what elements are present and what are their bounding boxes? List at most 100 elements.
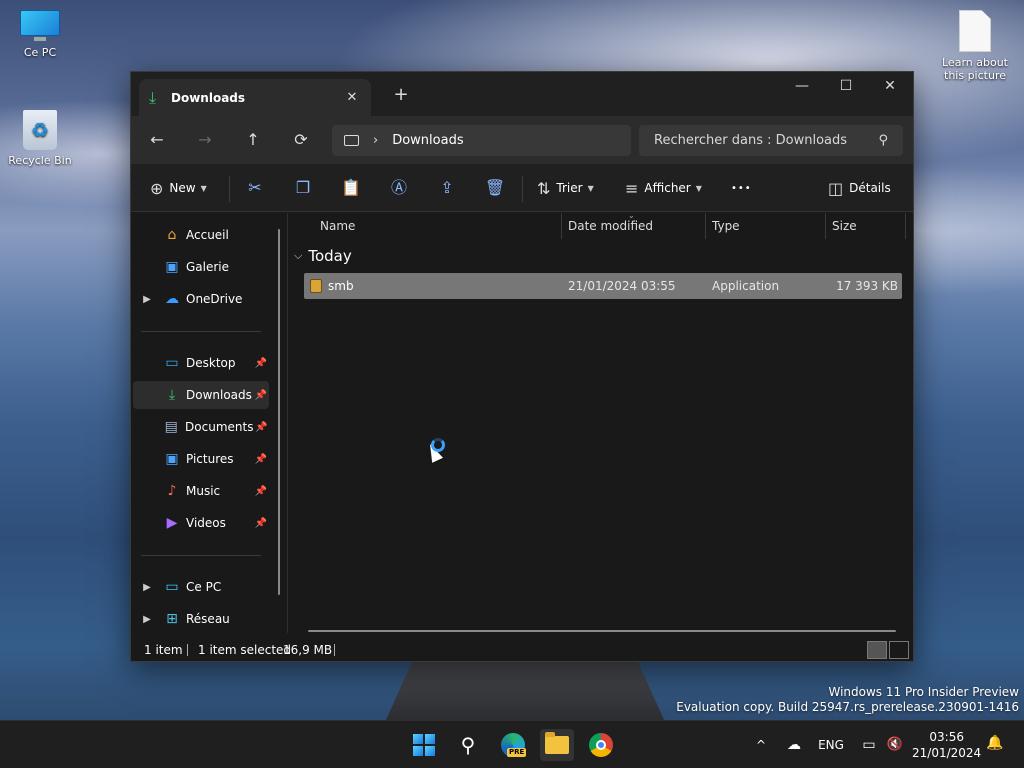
pin-icon: 📌 — [254, 357, 268, 369]
back-button[interactable]: ← — [142, 125, 172, 155]
new-label: New — [169, 181, 196, 195]
new-tab-button[interactable]: + — [389, 84, 413, 108]
sidebar-item-galerie[interactable]: ▣ Galerie — [133, 253, 269, 281]
minimize-button[interactable]: — — [779, 72, 825, 102]
cut-icon[interactable]: ✂ — [240, 174, 270, 202]
desktop-icon-label: Ce PC — [23, 46, 57, 59]
breadcrumb-downloads[interactable]: Downloads — [392, 133, 463, 148]
share-icon[interactable]: ⇪ — [432, 174, 462, 202]
search-placeholder: Rechercher dans : Downloads — [654, 133, 848, 148]
volume-muted-icon[interactable]: 🔇 — [884, 721, 906, 768]
column-header-name[interactable]: Name — [314, 213, 562, 239]
pin-icon: 📌 — [254, 389, 268, 401]
chevron-right-icon[interactable]: ▶ — [139, 614, 155, 625]
sidebar-item-label: Pictures — [186, 452, 234, 466]
file-type: Application — [712, 279, 780, 293]
paste-icon[interactable]: 📋 — [336, 174, 366, 202]
file-icon — [959, 10, 991, 52]
sort-button[interactable]: ⇅ Trier ▼ — [537, 174, 594, 202]
clock-time: 03:56 — [929, 730, 964, 744]
sort-icon: ⇅ — [537, 178, 551, 198]
sidebar-item-videos[interactable]: ▶ Videos 📌 — [133, 509, 269, 537]
chevron-down-icon: ▼ — [587, 183, 594, 193]
new-button[interactable]: ⊕ New ▼ — [150, 174, 207, 202]
notification-bell-icon[interactable]: 🔔 — [986, 735, 1003, 751]
horizontal-scrollbar[interactable] — [308, 630, 896, 632]
group-header-today[interactable]: ⌵ Today — [294, 247, 352, 265]
chevron-right-icon[interactable]: ▶ — [139, 582, 155, 593]
sidebar-item-documents[interactable]: ▤ Documents 📌 — [133, 413, 269, 441]
sidebar-item-onedrive[interactable]: ▶ ☁ OneDrive — [133, 285, 269, 313]
watermark-line-1: Windows 11 Pro Insider Preview — [828, 685, 1019, 699]
music-icon: ♪ — [167, 483, 177, 499]
system-clock[interactable]: 03:56 21/01/2024 — [912, 729, 981, 761]
chrome-taskbar-button[interactable] — [584, 729, 618, 761]
desktop-icon-learn-about-picture[interactable]: Learn about this picture — [935, 10, 1015, 82]
sidebar-item-pictures[interactable]: ▣ Pictures 📌 — [133, 445, 269, 473]
sidebar-item-reseau[interactable]: ▶ ⊞ Réseau — [133, 605, 269, 633]
document-icon: ▤ — [164, 419, 178, 435]
sort-label: Trier — [556, 181, 583, 195]
chevron-down-icon: ▼ — [200, 183, 207, 193]
tiles-view-button[interactable] — [889, 641, 909, 659]
sidebar-item-label: Ce PC — [186, 580, 222, 594]
desktop-icon-label: Recycle Bin — [8, 154, 72, 167]
details-view-button[interactable] — [867, 641, 887, 659]
status-size: 16,9 MB — [283, 643, 333, 657]
address-bar[interactable]: › Downloads — [332, 125, 631, 156]
edge-beta-button[interactable]: PRE — [496, 729, 530, 761]
language-indicator[interactable]: ENG — [814, 721, 848, 768]
chevron-right-icon[interactable]: › — [373, 133, 378, 148]
start-button[interactable] — [407, 729, 441, 761]
onedrive-offline-icon[interactable]: ☁ — [782, 721, 806, 768]
close-window-button[interactable]: ✕ — [867, 72, 913, 102]
tab-downloads[interactable]: ⤓ Downloads ✕ — [139, 79, 371, 116]
view-list-icon: ≡ — [625, 178, 639, 198]
home-icon: ⌂ — [167, 227, 177, 243]
sidebar-item-music[interactable]: ♪ Music 📌 — [133, 477, 269, 505]
download-icon: ⤓ — [149, 87, 157, 107]
sidebar-item-downloads[interactable]: ⤓ Downloads 📌 — [133, 381, 269, 409]
refresh-button[interactable]: ⟳ — [286, 125, 316, 155]
details-button[interactable]: ◫ Détails — [828, 174, 891, 202]
desktop-icon-recycle-bin[interactable]: ♻ Recycle Bin — [0, 110, 80, 167]
network-icon[interactable]: ▭ — [858, 721, 880, 768]
taskbar: ⚲ PRE ^ ☁ ENG ▭ 🔇 03:56 21/01/2024 🔔 — [0, 720, 1024, 768]
pin-icon: 📌 — [254, 517, 268, 529]
search-icon[interactable]: ⚲ — [451, 729, 485, 761]
close-tab-button[interactable]: ✕ — [343, 90, 361, 105]
group-label: Today — [308, 247, 352, 265]
sidebar-item-ce-pc[interactable]: ▶ ▭ Ce PC — [133, 573, 269, 601]
sidebar-scrollbar[interactable] — [278, 229, 280, 595]
file-name: smb — [328, 279, 354, 293]
details-pane-icon: ◫ — [828, 178, 844, 198]
desktop-icon-ce-pc[interactable]: Ce PC — [0, 10, 80, 59]
copy-icon[interactable]: ❐ — [288, 174, 318, 202]
details-label: Détails — [849, 181, 891, 195]
view-button[interactable]: ≡ Afficher ▼ — [625, 174, 702, 202]
sidebar-item-label: Réseau — [186, 612, 230, 626]
navigation-pane: ⌂ Accueil ▣ Galerie ▶ ☁ OneDrive ▭ Deskt… — [131, 213, 287, 633]
application-icon — [310, 279, 322, 293]
column-header-type[interactable]: Type — [706, 213, 826, 239]
more-options-button[interactable]: ••• — [731, 174, 752, 202]
maximize-button[interactable]: ☐ — [823, 72, 869, 102]
navigation-bar: ← → ↑ ⟳ › Downloads Rechercher dans : Do… — [131, 116, 913, 164]
delete-icon[interactable]: 🗑 — [480, 174, 510, 202]
wallpaper-pier — [385, 660, 665, 722]
rename-icon[interactable]: Ⓐ — [384, 174, 414, 202]
status-item-count: 1 item — [144, 643, 183, 657]
table-row[interactable]: smb 21/01/2024 03:55 Application 17 393 … — [304, 273, 902, 299]
file-explorer-taskbar-button[interactable] — [540, 729, 574, 761]
column-header-size[interactable]: Size — [826, 213, 906, 239]
sidebar-item-desktop[interactable]: ▭ Desktop 📌 — [133, 349, 269, 377]
edge-beta-icon: PRE — [501, 733, 527, 757]
sidebar-item-accueil[interactable]: ⌂ Accueil — [133, 221, 269, 249]
search-box[interactable]: Rechercher dans : Downloads ⚲ — [639, 125, 903, 156]
chevron-right-icon[interactable]: ▶ — [139, 294, 155, 305]
sidebar-item-label: Videos — [186, 516, 226, 530]
show-hidden-icons-button[interactable]: ^ — [750, 721, 772, 768]
forward-button[interactable]: → — [190, 125, 220, 155]
column-header-date-modified[interactable]: Date modified — [562, 213, 706, 239]
up-button[interactable]: ↑ — [238, 125, 268, 155]
